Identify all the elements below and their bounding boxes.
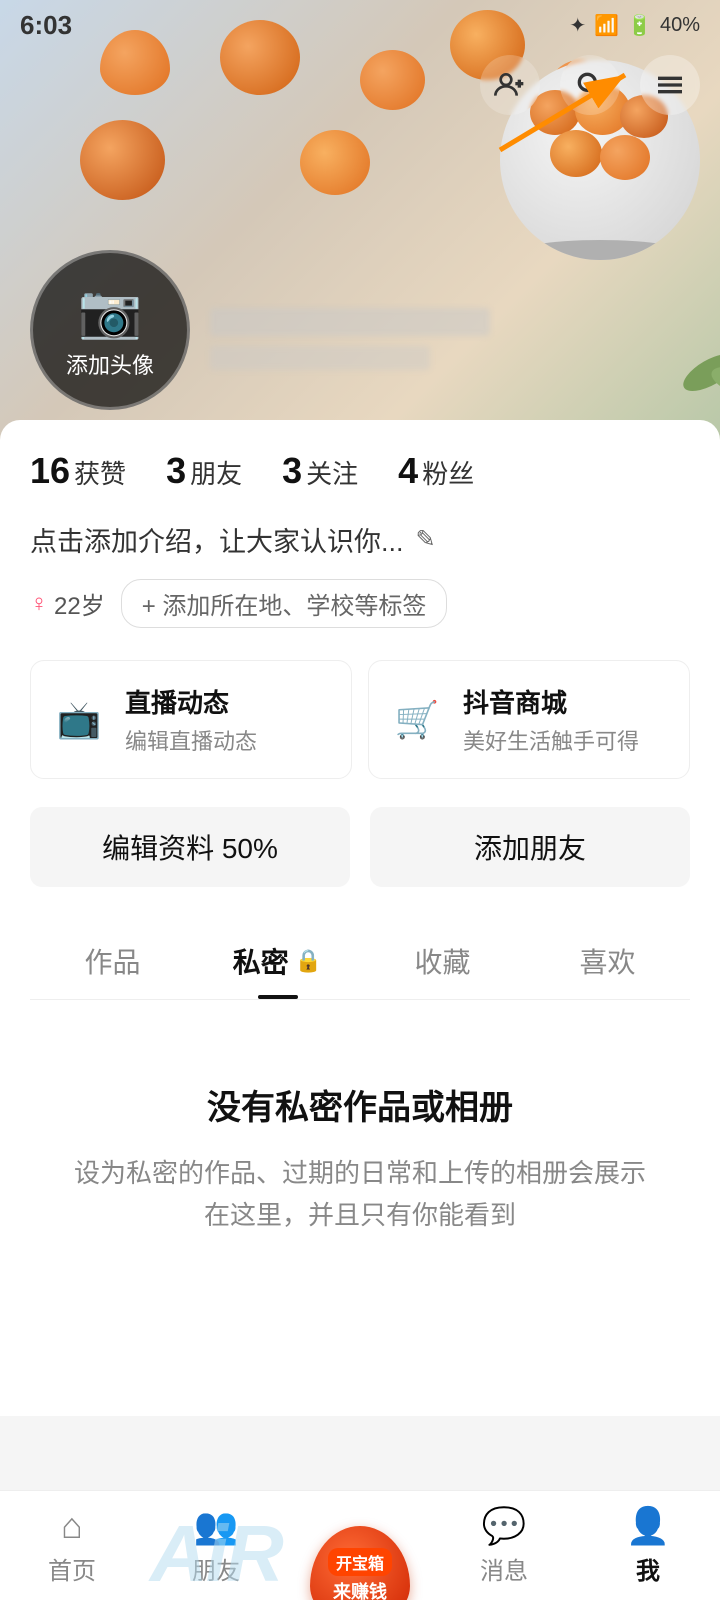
status-bar: 6:03 ✦ 📶 🔋 40% <box>0 0 720 50</box>
profile-section: 16 获赞 3 朋友 3 关注 4 粉丝 点击添加介绍，让大家认识你... ✎ … <box>0 420 720 1416</box>
bio-row[interactable]: 点击添加介绍，让大家认识你... ✎ <box>30 520 690 559</box>
feature-cards: 📺 直播动态 编辑直播动态 🛒 抖音商城 美好生活触手可得 <box>30 660 690 779</box>
username-blur <box>210 308 490 336</box>
age-tag: ♀ 22岁 <box>30 586 105 621</box>
shop-info: 抖音商城 美好生活触手可得 <box>463 683 669 756</box>
nav-friends-icon: 👥 <box>194 1505 239 1547</box>
home-icon: ⌂ <box>61 1505 83 1547</box>
tab-works-label: 作品 <box>84 941 140 981</box>
stats-row: 16 获赞 3 朋友 3 关注 4 粉丝 <box>30 450 690 492</box>
friends-stat[interactable]: 3 朋友 <box>166 450 242 492</box>
nav-friends-label: 朋友 <box>192 1551 240 1586</box>
gender-icon: ♀ <box>30 590 48 618</box>
nav-me-label: 我 <box>636 1551 660 1586</box>
edit-bio-icon[interactable]: ✎ <box>416 525 436 554</box>
shop-subtitle: 美好生活触手可得 <box>463 724 669 756</box>
header-actions <box>480 55 700 115</box>
nav-friends[interactable]: 👥 朋友 <box>144 1495 288 1596</box>
empty-state: 没有私密作品或相册 设为私密的作品、过期的日常和上传的相册会展示在这里，并且只有… <box>30 1000 690 1296</box>
bottom-navigation: ⌂ 首页 👥 朋友 开宝箱 来赚钱 💬 消息 👤 我 <box>0 1490 720 1600</box>
followers-label: 粉丝 <box>422 454 474 491</box>
tab-favorites-label: 收藏 <box>414 941 470 981</box>
followers-stat[interactable]: 4 粉丝 <box>398 450 474 492</box>
search-icon <box>574 69 606 101</box>
shop-title: 抖音商城 <box>463 683 669 720</box>
private-lock-icon: 🔒 <box>295 948 322 974</box>
shop-icon: 🛒 <box>389 692 445 748</box>
likes-stat[interactable]: 16 获赞 <box>30 450 126 492</box>
fruit-decoration <box>360 50 425 110</box>
content-tabs: 作品 私密 🔒 收藏 喜欢 <box>30 919 690 1000</box>
nav-messages[interactable]: 💬 消息 <box>432 1495 576 1596</box>
menu-button[interactable] <box>640 55 700 115</box>
bio-text: 点击添加介绍，让大家认识你... <box>30 520 404 559</box>
avatar-area: 📷 添加头像 <box>30 250 190 410</box>
livestream-title: 直播动态 <box>125 683 331 720</box>
followers-count: 4 <box>398 450 418 492</box>
empty-description: 设为私密的作品、过期的日常和上传的相册会展示在这里，并且只有你能看到 <box>70 1153 650 1236</box>
nav-messages-label: 消息 <box>480 1551 528 1586</box>
status-icons: ✦ 📶 🔋 40% <box>569 13 700 38</box>
tab-private-label: 私密 <box>233 941 289 981</box>
friends-label: 朋友 <box>190 454 242 491</box>
add-avatar-label: 添加头像 <box>66 348 154 380</box>
tab-favorites[interactable]: 收藏 <box>360 919 525 999</box>
tags-row: ♀ 22岁 + 添加所在地、学校等标签 <box>30 579 690 628</box>
fruit-decoration <box>300 130 370 195</box>
profile-banner: 6:03 ✦ 📶 🔋 40% <box>0 0 720 440</box>
username-area <box>210 308 490 370</box>
following-stat[interactable]: 3 关注 <box>282 450 358 492</box>
likes-label: 获赞 <box>74 454 126 491</box>
tab-works[interactable]: 作品 <box>30 919 195 999</box>
friends-icon <box>494 69 526 101</box>
empty-title: 没有私密作品或相册 <box>70 1080 650 1129</box>
earn-top-badge: 开宝箱 <box>328 1548 392 1576</box>
messages-icon: 💬 <box>482 1505 527 1547</box>
add-tags-button[interactable]: + 添加所在地、学校等标签 <box>121 579 448 628</box>
nav-me[interactable]: 👤 我 <box>576 1495 720 1596</box>
nav-home[interactable]: ⌂ 首页 <box>0 1495 144 1596</box>
userid-blur <box>210 346 430 370</box>
livestream-icon: 📺 <box>51 692 107 748</box>
tab-private[interactable]: 私密 🔒 <box>195 919 360 999</box>
battery-level: 40% <box>660 14 700 37</box>
age-label: 22岁 <box>54 586 105 621</box>
bluetooth-icon: ✦ <box>569 13 586 38</box>
add-avatar-button[interactable]: 📷 添加头像 <box>30 250 190 410</box>
nav-home-label: 首页 <box>48 1551 96 1586</box>
fruit-decoration <box>80 120 165 200</box>
tab-likes-label: 喜欢 <box>579 941 635 981</box>
action-buttons: 编辑资料 50% 添加朋友 <box>30 807 690 887</box>
signal-icon: 🔋 <box>627 13 652 38</box>
menu-icon <box>654 69 686 101</box>
camera-icon: 📷 <box>78 281 143 342</box>
following-label: 关注 <box>306 454 358 491</box>
livestream-info: 直播动态 编辑直播动态 <box>125 683 331 756</box>
add-friends-button[interactable]: 添加朋友 <box>370 807 690 887</box>
livestream-subtitle: 编辑直播动态 <box>125 724 331 756</box>
add-friends-button[interactable] <box>480 55 540 115</box>
friends-count: 3 <box>166 450 186 492</box>
me-icon: 👤 <box>626 1505 671 1547</box>
livestream-card[interactable]: 📺 直播动态 编辑直播动态 <box>30 660 352 779</box>
earn-label: 来赚钱 <box>333 1578 387 1600</box>
likes-count: 16 <box>30 450 70 492</box>
status-time: 6:03 <box>20 10 72 41</box>
edit-profile-button[interactable]: 编辑资料 50% <box>30 807 350 887</box>
shop-card[interactable]: 🛒 抖音商城 美好生活触手可得 <box>368 660 690 779</box>
earn-badge: 开宝箱 来赚钱 <box>310 1526 410 1600</box>
following-count: 3 <box>282 450 302 492</box>
search-button[interactable] <box>560 55 620 115</box>
wifi-icon: 📶 <box>594 13 619 38</box>
tab-likes[interactable]: 喜欢 <box>525 919 690 999</box>
add-tags-label: + 添加所在地、学校等标签 <box>142 586 427 621</box>
